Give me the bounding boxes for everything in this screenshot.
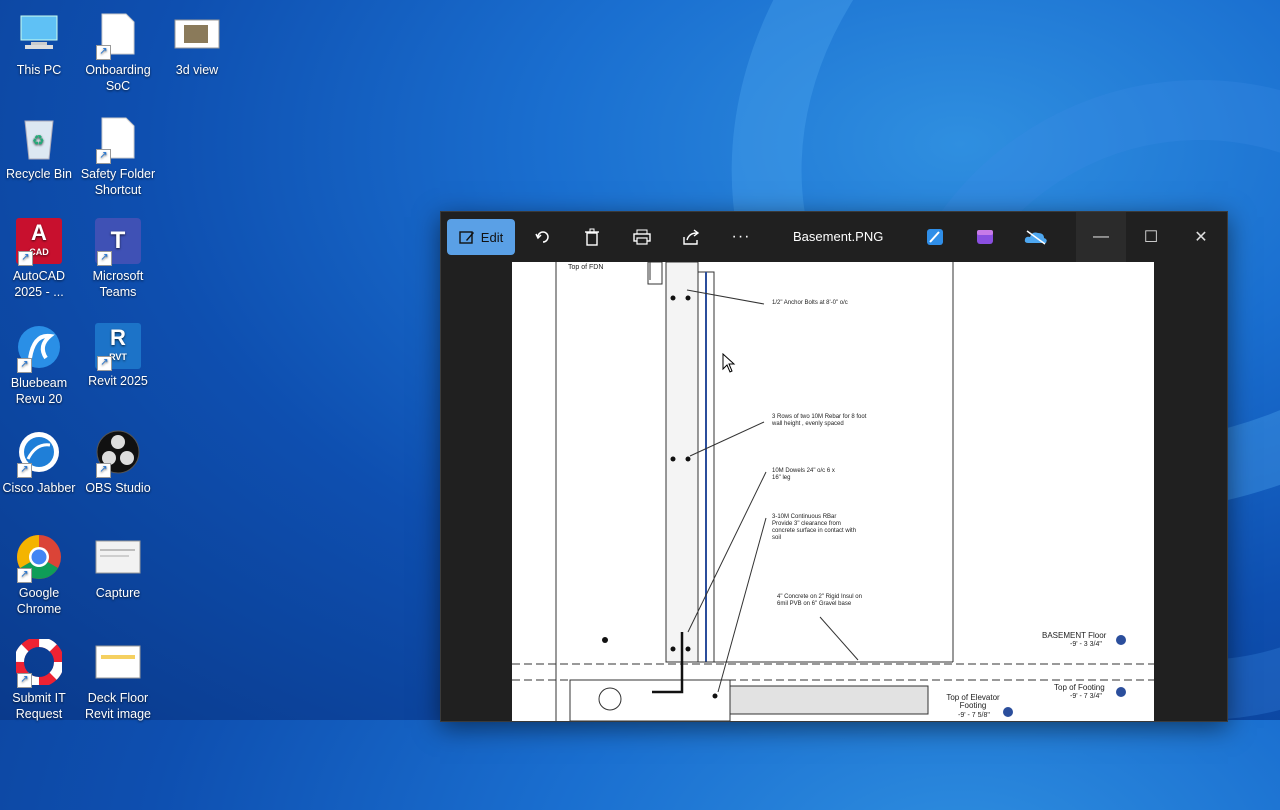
image-canvas[interactable]: Top of FDN 1/2" Anchor Bolts at 8'-0" o/… [512, 262, 1154, 721]
rotate-icon [535, 231, 549, 243]
desktop-icon-3d-view[interactable]: 3d view [158, 10, 236, 78]
desktop-icon-cisco-jabber[interactable]: ↗ Cisco Jabber [0, 428, 78, 496]
desktop-icon-bluebeam[interactable]: ↗ Bluebeam Revu 20 [0, 323, 78, 407]
top-of-footing-elevation: -9' - 7 3/4" [1070, 693, 1102, 700]
desktop-icon-capture[interactable]: Capture [79, 533, 157, 601]
jabber-icon: ↗ [15, 428, 63, 478]
more-options-button[interactable]: ··· [726, 219, 756, 255]
obs-icon: ↗ [94, 428, 142, 478]
rotate-button[interactable] [529, 219, 557, 255]
photos-viewer-window[interactable]: Edit ··· Basement.PNG — ☐ ✕ Top of FDN 1… [440, 211, 1228, 722]
onedrive-offline-icon [1024, 230, 1047, 245]
desktop-icon-recycle-bin[interactable]: ♻ Recycle Bin [0, 114, 78, 182]
top-of-fdn-label: Top of FDN [568, 264, 604, 271]
continuous-rebar-note: 3-10M Continuous RBar Provide 3" clearan… [772, 514, 857, 541]
desktop-icon-submit-it[interactable]: ↗ Submit IT Request [0, 638, 78, 722]
basement-floor-elevation: -9' - 3 3/4" [1070, 641, 1102, 648]
printer-icon [633, 229, 651, 245]
revit-icon: R RVT ↗ [95, 323, 141, 371]
clipchamp-icon [977, 230, 993, 244]
autocad-icon: A CAD ↗ [16, 218, 62, 266]
svg-text:♻: ♻ [32, 132, 45, 148]
delete-button[interactable] [578, 219, 606, 255]
recycle-bin-icon: ♻ [15, 114, 63, 162]
minimize-button[interactable]: — [1076, 212, 1126, 262]
desktop-icon-safety-folder[interactable]: ↗ Safety Folder Shortcut [79, 114, 157, 198]
anchor-bolt-note: 1/2" Anchor Bolts at 8'-0" o/c [772, 300, 848, 306]
image-icon [173, 10, 221, 58]
shortcut-arrow-icon: ↗ [96, 149, 111, 164]
clipchamp-app-button[interactable] [971, 219, 999, 255]
more-icon: ··· [731, 228, 751, 245]
close-button[interactable]: ✕ [1176, 212, 1226, 262]
trash-icon [585, 228, 599, 246]
designer-icon [927, 229, 943, 245]
onedrive-button[interactable] [1021, 219, 1051, 255]
maximize-button[interactable]: ☐ [1126, 212, 1176, 262]
capture-icon [94, 533, 142, 581]
teams-icon: T ↗ [95, 218, 141, 266]
rebar-rows-note: 3 Rows of two 10M Rebar for 8 foot wall … [772, 414, 867, 427]
desktop-icon-teams[interactable]: T ↗ Microsoft Teams [79, 218, 157, 300]
desktop-icon-onboarding-soc[interactable]: ↗ Onboarding SoC [79, 10, 157, 94]
edit-button[interactable]: Edit [447, 219, 515, 255]
elevator-footing-elevation: -9' - 7 5/8" [958, 712, 990, 719]
edit-image-icon [459, 231, 474, 244]
top-of-footing-label: Top of Footing [1054, 683, 1105, 692]
desktop-icon-obs[interactable]: ↗ OBS Studio [79, 428, 157, 496]
elevator-footing-label: Top of Elevator Footing [946, 693, 1000, 710]
slab-note: 4" Concrete on 2" Rigid Insul on 6mil PV… [777, 594, 862, 607]
shortcut-arrow-icon: ↗ [96, 45, 111, 60]
shortcut-arrow-icon: ↗ [17, 463, 32, 478]
desktop-icon-revit[interactable]: R RVT ↗ Revit 2025 [79, 323, 157, 389]
lifebuoy-icon: ↗ [15, 638, 63, 688]
computer-icon [15, 10, 63, 58]
basement-floor-label: BASEMENT Floor [1042, 631, 1107, 640]
desktop-icon-deck-floor[interactable]: Deck Floor Revit image [79, 638, 157, 722]
chrome-icon: ↗ [15, 533, 63, 583]
shortcut-arrow-icon: ↗ [17, 358, 32, 373]
document-icon: ↗ [94, 10, 142, 60]
mouse-cursor-icon [722, 353, 736, 373]
designer-app-button[interactable] [921, 219, 949, 255]
bluebeam-icon: ↗ [15, 323, 63, 373]
shortcut-arrow-icon: ↗ [17, 673, 32, 688]
print-button[interactable] [628, 219, 656, 255]
shortcut-arrow-icon: ↗ [97, 356, 112, 371]
shortcut-arrow-icon: ↗ [96, 463, 111, 478]
dowels-note: 10M Dowels 24" o/c 6 x 16" leg [772, 468, 835, 481]
desktop-icon-autocad[interactable]: A CAD ↗ AutoCAD 2025 - ... [0, 218, 78, 300]
viewer-toolbar: Edit ··· Basement.PNG — ☐ ✕ [441, 212, 1227, 262]
desktop-icon-chrome[interactable]: ↗ Google Chrome [0, 533, 78, 617]
share-button[interactable] [677, 219, 705, 255]
shortcut-arrow-icon: ↗ [97, 251, 112, 266]
desktop-icon-this-pc[interactable]: This PC [0, 10, 78, 78]
file-title: Basement.PNG [793, 229, 884, 244]
shortcut-arrow-icon: ↗ [18, 251, 33, 266]
image-icon [94, 638, 142, 686]
shortcut-arrow-icon: ↗ [17, 568, 32, 583]
basement-section-drawing [512, 262, 1154, 721]
document-icon: ↗ [94, 114, 142, 164]
share-icon [683, 229, 700, 245]
